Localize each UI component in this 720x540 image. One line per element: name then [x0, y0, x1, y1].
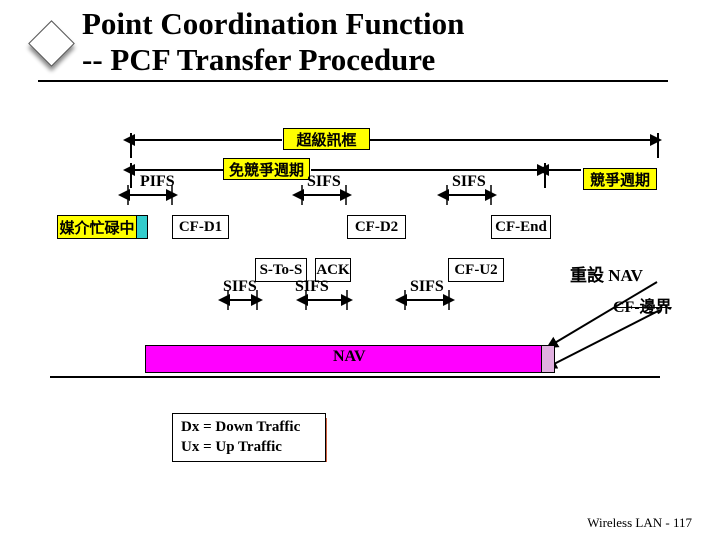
label-medium-busy: 媒介忙碌中 — [57, 215, 137, 239]
title-bullet-diamond — [28, 20, 75, 67]
label-sifs-4: SIFS — [295, 278, 329, 296]
beacon-bar — [136, 215, 148, 239]
nav-bar-end — [541, 345, 555, 373]
legend-box: Dx = Down Traffic Ux = Up Traffic — [172, 413, 326, 462]
label-contention-period: 競爭週期 — [583, 168, 657, 190]
frame-cfd2: CF-D2 — [347, 215, 406, 239]
legend-line-1: Dx = Down Traffic — [181, 419, 300, 435]
label-superframe: 超級訊框 — [283, 128, 370, 150]
label-cf-boundary: CF-邊界 — [613, 293, 672, 317]
title-line-1: Point Coordination Function — [82, 6, 464, 41]
legend-line-2: Ux = Up Traffic — [181, 439, 282, 455]
frame-cfend: CF-End — [491, 215, 551, 239]
frame-cfd1: CF-D1 — [172, 215, 229, 239]
title-line-2: -- PCF Transfer Procedure — [82, 42, 435, 77]
label-sifs-3: SIFS — [223, 278, 257, 296]
slide-title: Point Coordination Function -- PCF Trans… — [82, 6, 464, 77]
slide-footer: Wireless LAN - 117 — [587, 515, 692, 531]
label-sifs-5: SIFS — [410, 278, 444, 296]
label-nav: NAV — [333, 348, 366, 366]
label-reset-nav: 重設 NAV — [570, 261, 643, 286]
label-sifs-2: SIFS — [452, 173, 486, 191]
label-pifs: PIFS — [140, 173, 175, 191]
title-underline — [38, 80, 668, 82]
label-cf-period: 免競爭週期 — [223, 158, 310, 180]
label-sifs-1: SIFS — [307, 173, 341, 191]
frame-cfu2: CF-U2 — [448, 258, 504, 282]
